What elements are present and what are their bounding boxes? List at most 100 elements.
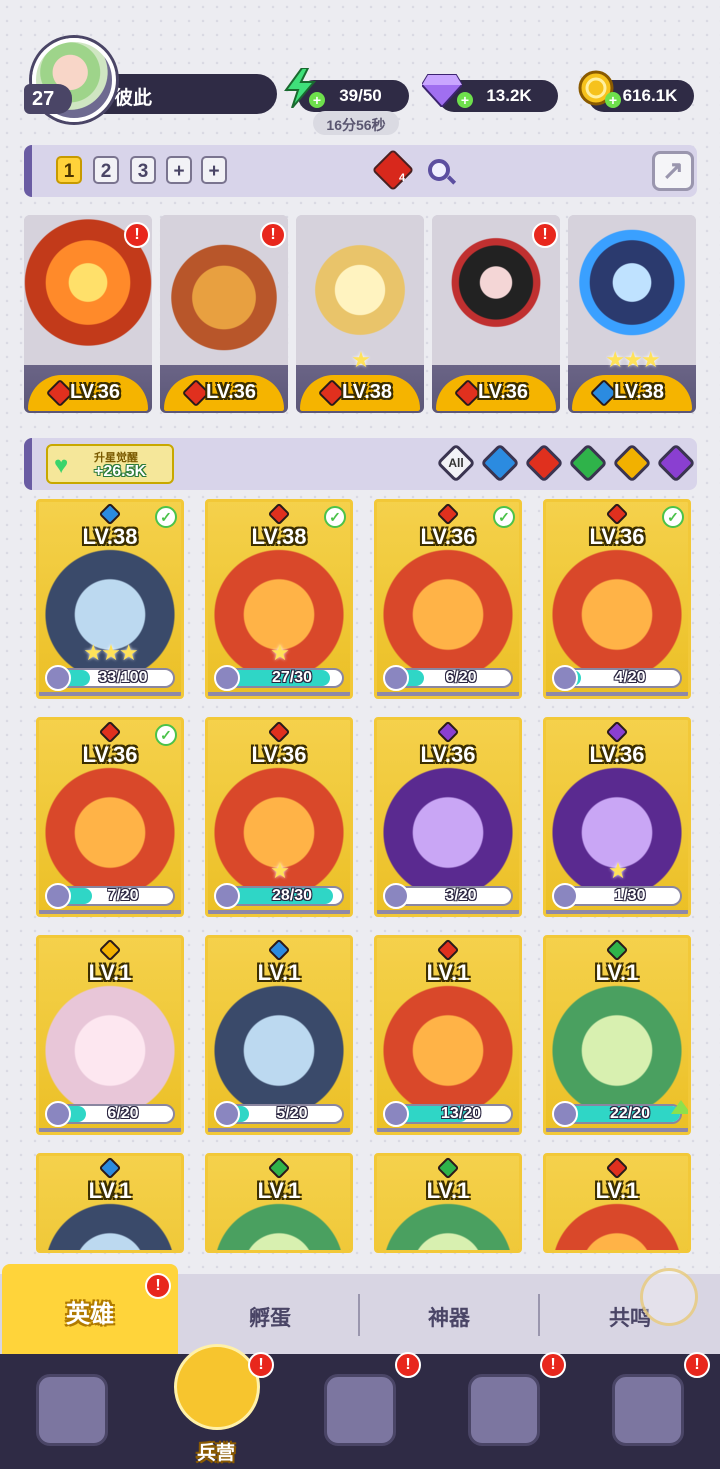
- add-coins-button[interactable]: +: [605, 92, 621, 108]
- filter-light-icon[interactable]: [612, 443, 652, 483]
- hero-card[interactable]: LV.1 6/20: [36, 935, 184, 1135]
- shard-count: 28/30: [271, 887, 313, 904]
- hero-level: LV.36: [589, 524, 645, 549]
- team-hero-card[interactable]: LV.38 ★: [296, 215, 424, 413]
- check-icon: ✓: [155, 506, 177, 528]
- shard-progress-bar: 13/20: [383, 1101, 513, 1127]
- card-footer: [208, 910, 350, 914]
- hero-alert-badge: !: [260, 222, 286, 248]
- hero-card[interactable]: LV.1: [374, 1153, 522, 1253]
- team-slot-add-2[interactable]: +: [201, 156, 227, 184]
- card-footer: [39, 692, 181, 696]
- check-icon: ✓: [324, 506, 346, 528]
- add-gems-button[interactable]: +: [457, 92, 473, 108]
- shard-count: 1/30: [614, 887, 646, 904]
- nav-shop-alert-badge: !: [540, 1352, 566, 1378]
- shard-progress-bar: 28/30: [214, 883, 344, 909]
- team-slot-2[interactable]: 2: [93, 156, 119, 184]
- filter-all[interactable]: All: [436, 443, 476, 483]
- awaken-value: +26.5K: [94, 463, 147, 480]
- check-icon: ✓: [155, 724, 177, 746]
- team-selector-bar: 1 2 3 + + 4 ↗: [24, 145, 697, 197]
- diamond-icon: [422, 70, 462, 110]
- card-footer: [377, 910, 519, 914]
- shard-count: 33/100: [98, 669, 148, 686]
- hero-card[interactable]: LV.1: [36, 1153, 184, 1253]
- shard-progress-bar: 7/20: [45, 883, 175, 909]
- hero-card[interactable]: LV.1 5/20: [205, 935, 353, 1135]
- hero-level: LV.1: [88, 1178, 132, 1203]
- filter-bar: ♥ 升星觉醒 +26.5K All: [24, 438, 697, 490]
- card-footer: [546, 692, 688, 696]
- hero-level: LV.1: [595, 1178, 639, 1203]
- filter-dark-icon[interactable]: [656, 443, 696, 483]
- energy-timer: 16分56秒: [313, 111, 399, 135]
- star-rating: ★: [608, 858, 628, 883]
- floating-ring-button[interactable]: [640, 1268, 698, 1326]
- card-footer: [377, 692, 519, 696]
- player-level-badge: 27: [24, 84, 72, 114]
- team-slot-add-1[interactable]: +: [166, 156, 192, 184]
- tab-eggs[interactable]: 孵蛋: [180, 1274, 360, 1354]
- team-hero-card[interactable]: LV.38 ★★★: [568, 215, 696, 413]
- add-energy-button[interactable]: +: [309, 92, 325, 108]
- nav-cards[interactable]: [0, 1354, 144, 1469]
- hero-level: LV.36: [420, 524, 476, 549]
- nav-barracks-label: 兵营: [196, 1443, 235, 1464]
- hero-card[interactable]: LV.38 ✓ ★ 27/30: [205, 499, 353, 699]
- hero-level: LV.1: [257, 960, 301, 985]
- team-slot-3[interactable]: 3: [130, 156, 156, 184]
- star-rating: ★: [270, 640, 290, 665]
- hero-card[interactable]: LV.36 ✓ 7/20: [36, 717, 184, 917]
- shard-progress-bar: 27/30: [214, 665, 344, 691]
- awaken-bonus-button[interactable]: ♥ 升星觉醒 +26.5K: [46, 444, 174, 484]
- hero-alert-badge: !: [124, 222, 150, 248]
- hero-card[interactable]: LV.1: [543, 1153, 691, 1253]
- filter-wind-icon[interactable]: [568, 443, 608, 483]
- hero-level: LV.36: [477, 381, 529, 403]
- hero-level: LV.36: [251, 742, 307, 767]
- nav-barracks-alert-badge: !: [248, 1352, 274, 1378]
- hero-level: LV.36: [589, 742, 645, 767]
- share-icon[interactable]: ↗: [652, 151, 694, 191]
- shard-progress-bar: 22/20: [552, 1101, 682, 1127]
- search-icon[interactable]: [428, 159, 450, 181]
- shard-count: 3/20: [445, 887, 477, 904]
- hero-card[interactable]: LV.1: [205, 1153, 353, 1253]
- shard-progress-bar: 33/100: [45, 665, 175, 691]
- player-profile[interactable]: 彼此 27: [24, 38, 277, 122]
- star-rating: ★: [351, 347, 371, 372]
- shard-progress-bar: 1/30: [552, 883, 682, 909]
- hero-level: LV.36: [82, 742, 138, 767]
- check-icon: ✓: [493, 506, 515, 528]
- tab-heroes-alert-badge: !: [145, 1273, 171, 1299]
- shop-icon: [468, 1374, 540, 1446]
- nav-book-alert-badge: !: [395, 1352, 421, 1378]
- shard-count: 5/20: [276, 1105, 308, 1122]
- hero-card[interactable]: LV.1 22/20: [543, 935, 691, 1135]
- shard-progress-bar: 6/20: [383, 665, 513, 691]
- hero-card[interactable]: LV.36 ★ 1/30: [543, 717, 691, 917]
- tab-artifacts[interactable]: 神器: [360, 1274, 538, 1354]
- hero-level: LV.36: [420, 742, 476, 767]
- hero-card[interactable]: LV.36 ✓ 4/20: [543, 499, 691, 699]
- hero-card[interactable]: LV.1 13/20: [374, 935, 522, 1135]
- card-footer: [208, 692, 350, 696]
- hero-level: LV.38: [613, 381, 665, 403]
- hero-card[interactable]: LV.36 ✓ 6/20: [374, 499, 522, 699]
- hero-level: LV.38: [251, 524, 307, 549]
- filter-fire-icon[interactable]: [524, 443, 564, 483]
- filter-water-icon[interactable]: [480, 443, 520, 483]
- card-footer: [208, 1128, 350, 1132]
- hero-card[interactable]: LV.38 ✓ ★★★ 33/100: [36, 499, 184, 699]
- hero-card[interactable]: LV.36 ★ 28/30: [205, 717, 353, 917]
- shard-count: 27/30: [271, 669, 313, 686]
- team-slot-1[interactable]: 1: [56, 156, 82, 184]
- shard-count: 6/20: [107, 1105, 139, 1122]
- fire-element-icon[interactable]: [371, 148, 415, 192]
- barracks-icon: [174, 1344, 260, 1430]
- hero-card[interactable]: LV.36 3/20: [374, 717, 522, 917]
- shard-progress-bar: 3/20: [383, 883, 513, 909]
- check-icon: ✓: [662, 506, 684, 528]
- shard-count: 6/20: [445, 669, 477, 686]
